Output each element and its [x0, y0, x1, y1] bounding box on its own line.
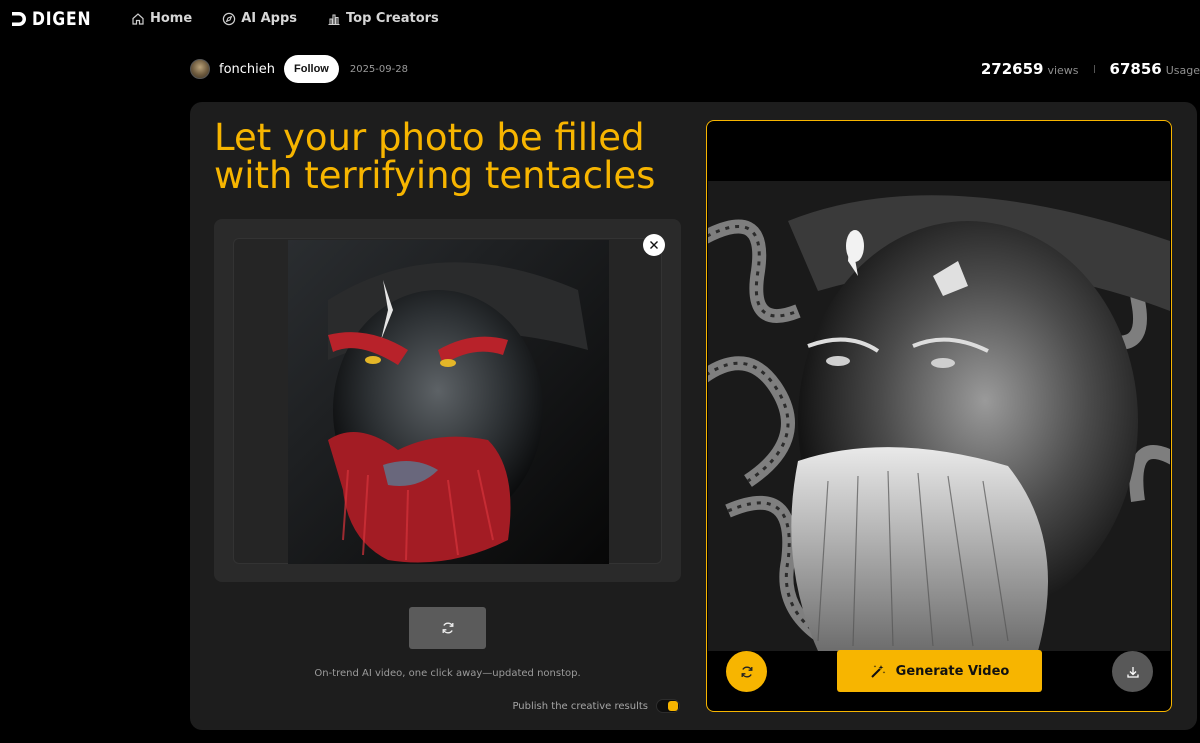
regenerate-button[interactable]	[726, 651, 767, 692]
follow-button[interactable]: Follow	[284, 55, 339, 83]
views-label: views	[1047, 64, 1079, 77]
upload-area[interactable]	[214, 219, 681, 582]
download-button[interactable]	[1112, 651, 1153, 692]
refresh-icon	[442, 622, 453, 634]
author-row: fonchieh Follow 2025-09-28	[190, 55, 408, 83]
nav-item-top-creators[interactable]: Top Creators	[327, 11, 439, 26]
top-bar: DIGEN Home AI Apps Top Creators	[0, 0, 1200, 40]
publish-setting: Publish the creative results	[512, 699, 680, 713]
uploaded-photo	[288, 240, 609, 564]
refresh-icon	[741, 666, 752, 677]
result-image-art	[708, 181, 1170, 651]
bar-chart-icon	[328, 13, 340, 25]
nav-item-home[interactable]: Home	[131, 11, 192, 26]
publish-label: Publish the creative results	[512, 700, 648, 712]
toggle-knob	[668, 701, 678, 711]
avatar[interactable]	[190, 59, 210, 79]
stats: 272659 views 67856 Usage	[981, 60, 1200, 78]
nav-item-label: Home	[150, 11, 193, 26]
uploaded-photo-art	[288, 240, 609, 564]
result-image	[708, 181, 1170, 651]
close-icon	[650, 241, 658, 249]
usage-count: 67856	[1109, 60, 1162, 78]
brand-name: DIGEN	[32, 8, 92, 30]
nav-item-label: Top Creators	[346, 11, 439, 26]
publish-date: 2025-09-28	[349, 63, 408, 75]
download-icon	[1126, 666, 1139, 678]
logo-mark-icon	[12, 12, 26, 26]
main-nav: Home AI Apps Top Creators	[131, 11, 439, 26]
magic-wand-icon	[870, 665, 885, 678]
upload-preview-frame	[233, 238, 662, 564]
usage-label: Usage	[1165, 64, 1200, 77]
result-panel: Generate Video	[706, 120, 1172, 712]
page-title: Let your photo be filled with terrifying…	[214, 116, 656, 197]
tagline: On-trend AI video, one click away—update…	[314, 668, 581, 679]
views-count: 272659	[980, 60, 1044, 78]
author-name[interactable]: fonchieh	[219, 62, 275, 77]
stats-divider	[1093, 65, 1095, 73]
compass-icon	[222, 12, 236, 25]
nav-item-label: AI Apps	[241, 11, 298, 26]
generate-video-label: Generate Video	[895, 663, 1010, 679]
brand-logo[interactable]: DIGEN	[10, 8, 104, 30]
home-icon	[132, 12, 144, 25]
nav-item-ai-apps[interactable]: AI Apps	[222, 11, 297, 26]
publish-toggle[interactable]	[656, 699, 680, 713]
generate-video-button[interactable]: Generate Video	[837, 650, 1042, 692]
replace-photo-button[interactable]	[409, 607, 486, 649]
remove-photo-button[interactable]	[643, 234, 665, 256]
app-card: Let your photo be filled with terrifying…	[190, 102, 1197, 730]
